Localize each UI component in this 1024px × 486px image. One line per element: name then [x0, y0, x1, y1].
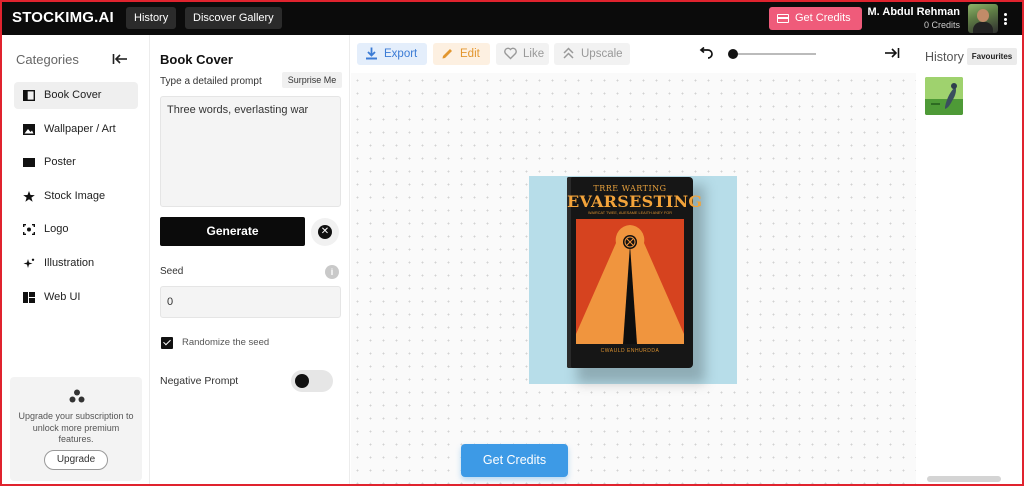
- category-label: Illustration: [44, 257, 95, 269]
- edit-button[interactable]: Edit: [433, 43, 490, 65]
- like-label: Like: [523, 48, 545, 60]
- get-credits-button[interactable]: Get Credits: [461, 444, 568, 477]
- skip-to-end-icon[interactable]: [884, 47, 900, 59]
- book-subtitle: WAIRCAT TWEE, AUESAME LEAITH ANEY FOR: [588, 211, 672, 215]
- surprise-me-button[interactable]: Surprise Me: [282, 72, 342, 88]
- prompt-input[interactable]: Three words, everlasting war: [160, 96, 341, 207]
- generation-form: Book Cover Type a detailed prompt Surpri…: [151, 35, 350, 484]
- top-bar: STOCKIMG.AI History Discover Gallery Get…: [2, 2, 1022, 35]
- upgrade-panel: Upgrade your subscription to unlock more…: [10, 377, 142, 481]
- seed-label: Seed: [160, 266, 184, 277]
- history-slider-track[interactable]: [732, 53, 816, 55]
- heart-icon: [504, 47, 517, 60]
- pencil-icon: [442, 49, 452, 59]
- category-label: Web UI: [44, 291, 81, 303]
- export-button[interactable]: Export: [357, 43, 427, 65]
- collapse-sidebar-icon[interactable]: [112, 53, 128, 65]
- user-credits: 0 Credits: [923, 20, 960, 30]
- app-window: STOCKIMG.AI History Discover Gallery Get…: [0, 0, 1024, 486]
- user-name: M. Abdul Rehman: [867, 6, 960, 18]
- clear-prompt-button[interactable]: ✕: [311, 218, 339, 246]
- poster-icon: [23, 158, 35, 167]
- avatar[interactable]: [968, 4, 998, 33]
- prompt-label: Type a detailed prompt: [160, 76, 262, 87]
- upscale-label: Upscale: [581, 48, 623, 60]
- download-icon: [366, 47, 377, 60]
- generate-button[interactable]: Generate: [160, 217, 305, 246]
- upscale-icon: [563, 47, 574, 59]
- category-web-ui[interactable]: Web UI: [14, 284, 138, 311]
- logo-icon: [23, 224, 35, 235]
- upgrade-text: Upgrade your subscription to unlock more…: [18, 411, 134, 444]
- book-title-line2: EVARSESTING: [567, 192, 703, 211]
- sparkle-icon: [23, 258, 35, 268]
- category-label: Book Cover: [44, 89, 102, 101]
- history-panel: History Favourites: [917, 35, 1022, 484]
- avatar-body: [973, 22, 993, 33]
- app-logo[interactable]: STOCKIMG.AI: [12, 9, 114, 26]
- categories-sidebar: Categories Book Cover Wallpaper / Art Po…: [2, 35, 150, 484]
- thumbnail-art: [925, 77, 963, 115]
- history-slider-knob[interactable]: [728, 49, 738, 59]
- category-poster[interactable]: Poster: [14, 149, 138, 176]
- category-wallpaper-art[interactable]: Wallpaper / Art: [14, 116, 138, 143]
- edit-label: Edit: [460, 48, 480, 60]
- category-book-cover[interactable]: Book Cover: [14, 82, 138, 109]
- randomize-seed-checkbox[interactable]: [161, 337, 173, 349]
- image-canvas: Export Edit Like Upscale TRRE WARTING EV…: [351, 35, 916, 484]
- export-label: Export: [384, 48, 418, 60]
- book-art-shape: [576, 219, 684, 344]
- category-label: Logo: [44, 223, 69, 235]
- book-cover-art: [576, 219, 684, 344]
- category-label: Wallpaper / Art: [44, 123, 116, 135]
- form-title: Book Cover: [160, 52, 233, 67]
- history-thumbnail[interactable]: [925, 77, 963, 115]
- canvas-toolbar: Export Edit Like Upscale: [351, 35, 916, 73]
- history-scrollbar[interactable]: [927, 476, 1001, 482]
- favourites-tab[interactable]: Favourites: [967, 48, 1017, 65]
- like-button[interactable]: Like: [496, 43, 549, 65]
- image-icon: [23, 124, 35, 135]
- nav-history-button[interactable]: History: [126, 7, 177, 29]
- category-illustration[interactable]: Illustration: [14, 250, 138, 277]
- category-stock-image[interactable]: Stock Image: [14, 183, 138, 210]
- top-get-credits-button[interactable]: Get Credits: [769, 7, 862, 30]
- dots-cluster-icon: [69, 389, 85, 403]
- nav-discover-gallery-button[interactable]: Discover Gallery: [185, 7, 282, 29]
- grid-icon: [23, 292, 35, 303]
- toggle-knob: [295, 374, 309, 388]
- more-menu-icon[interactable]: [1004, 13, 1007, 25]
- top-get-credits-label: Get Credits: [795, 12, 851, 24]
- category-logo[interactable]: Logo: [14, 216, 138, 243]
- avatar-head: [977, 9, 989, 22]
- credit-card-icon: [777, 14, 789, 23]
- upscale-button[interactable]: Upscale: [554, 43, 630, 65]
- negative-prompt-toggle[interactable]: [291, 370, 333, 392]
- category-label: Stock Image: [44, 190, 106, 202]
- negative-prompt-label: Negative Prompt: [160, 375, 239, 387]
- book-icon: [23, 90, 35, 101]
- history-title: History: [925, 50, 964, 64]
- star-icon: [23, 191, 35, 202]
- seed-input[interactable]: 0: [160, 286, 341, 318]
- randomize-seed-label: Randomize the seed: [182, 337, 270, 348]
- undo-icon[interactable]: [698, 47, 714, 59]
- book-author: CWAULD ENHURDDA: [600, 348, 660, 354]
- close-icon: ✕: [318, 225, 332, 239]
- generated-image[interactable]: TRRE WARTING EVARSESTING WAIRCAT TWEE, A…: [529, 176, 737, 384]
- info-icon[interactable]: i: [325, 265, 339, 279]
- categories-title: Categories: [16, 52, 79, 67]
- category-label: Poster: [44, 156, 76, 168]
- upgrade-button[interactable]: Upgrade: [44, 450, 108, 470]
- book-cover-mockup: TRRE WARTING EVARSESTING WAIRCAT TWEE, A…: [567, 177, 703, 368]
